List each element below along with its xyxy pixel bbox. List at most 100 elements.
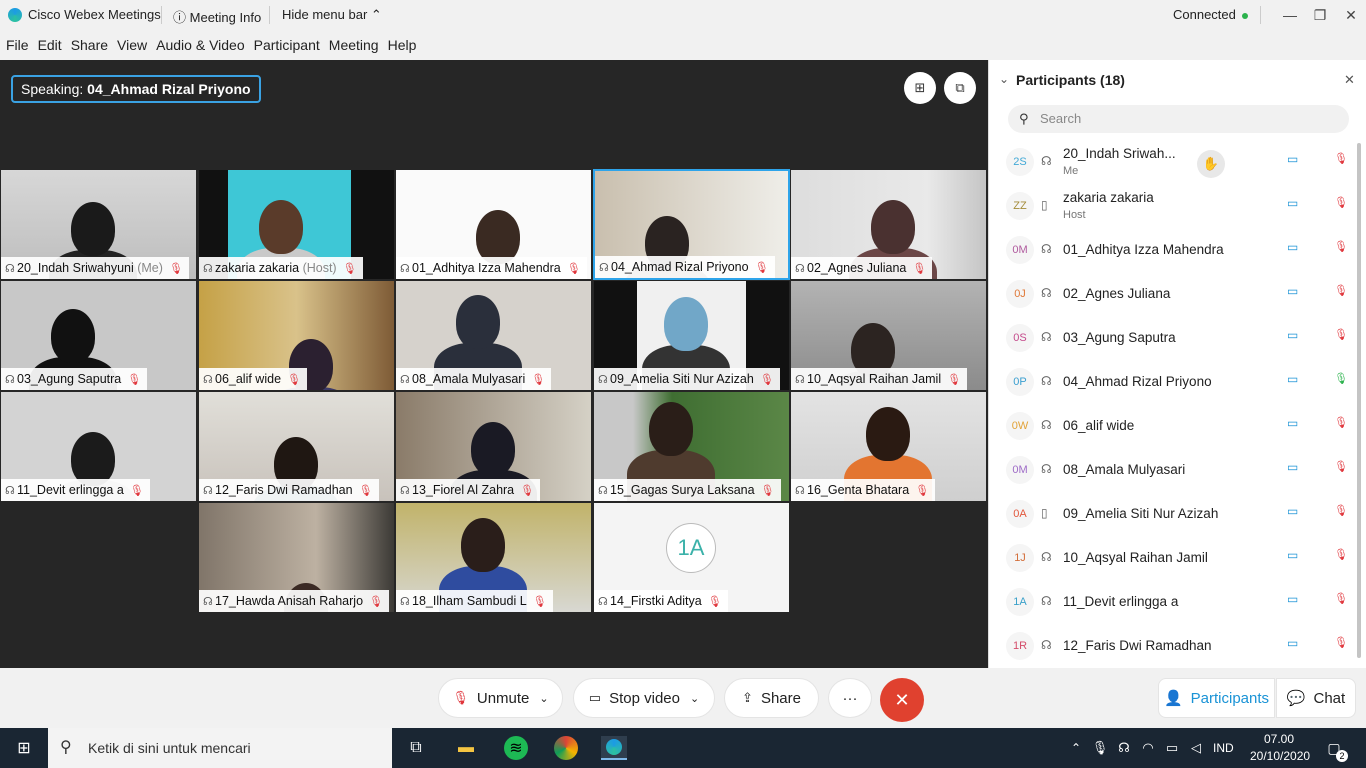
headset-icon[interactable]: ☊ bbox=[1112, 736, 1136, 760]
more-options-button[interactable]: ··· bbox=[828, 678, 872, 718]
participant-row[interactable]: 0M ☊ 08_Amala Mulyasari ▭ 🎙 bbox=[989, 448, 1349, 492]
menu-item-help[interactable]: Help bbox=[388, 37, 417, 53]
video-tile[interactable]: ☊ 17_Hawda Anisah Raharjo 🎙 bbox=[198, 502, 395, 613]
video-camera-icon[interactable]: ▭ bbox=[1287, 328, 1298, 342]
video-tile[interactable]: ☊ 04_Ahmad Rizal Priyono 🎙 bbox=[593, 169, 790, 280]
chrome-icon[interactable] bbox=[554, 736, 578, 760]
video-tile[interactable]: ☊ zakaria zakaria (Host) 🎙 bbox=[198, 169, 395, 280]
video-camera-icon[interactable]: ▭ bbox=[1287, 504, 1298, 518]
file-explorer-icon[interactable]: ▬ bbox=[454, 736, 478, 760]
mic-muted-icon[interactable]: 🎙 bbox=[1334, 416, 1348, 429]
video-tile[interactable]: 1A ☊ 14_Firstki Aditya 🎙 bbox=[593, 502, 790, 613]
panel-scrollbar[interactable] bbox=[1357, 143, 1361, 658]
maximize-button[interactable]: ❐ bbox=[1305, 0, 1335, 30]
video-tile[interactable]: ☊ 18_Ilham Sambudi L 🎙 bbox=[395, 502, 592, 613]
raise-hand-icon[interactable]: ✋ bbox=[1197, 150, 1225, 178]
unmute-button[interactable]: 🎙 Unmute ⌄ bbox=[438, 678, 563, 718]
collapse-chevron-icon[interactable]: ⌄ bbox=[999, 72, 1009, 86]
video-camera-icon[interactable]: ▭ bbox=[1287, 636, 1298, 650]
participant-row[interactable]: 0W ☊ 06_alif wide ▭ 🎙 bbox=[989, 404, 1349, 448]
menu-item-edit[interactable]: Edit bbox=[38, 37, 62, 53]
participant-row[interactable]: 1A ☊ 11_Devit erlingga a ▭ 🎙 bbox=[989, 580, 1349, 624]
video-tile[interactable]: ☊ 03_Agung Saputra 🎙 bbox=[0, 280, 197, 391]
video-tile[interactable]: ☊ 10_Aqsyal Raihan Jamil 🎙 bbox=[790, 280, 987, 391]
clock-date[interactable]: 20/10/2020 bbox=[1250, 749, 1310, 763]
microphone-icon[interactable]: 🎙 bbox=[1088, 736, 1112, 760]
tile-participant-name: zakaria zakaria bbox=[215, 261, 300, 275]
battery-icon[interactable]: ▭ bbox=[1160, 736, 1184, 760]
participants-toggle-button[interactable]: 👤 Participants bbox=[1158, 678, 1275, 718]
participant-row[interactable]: 1R ☊ 12_Faris Dwi Ramadhan ▭ 🎙 bbox=[989, 624, 1349, 668]
mic-muted-icon[interactable]: 🎙 bbox=[1334, 284, 1348, 297]
meeting-info-button[interactable]: ⓘ Meeting Info bbox=[173, 7, 261, 26]
participant-row[interactable]: 0A ▯ 09_Amelia Siti Nur Azizah ▭ 🎙 bbox=[989, 492, 1349, 536]
mic-muted-icon[interactable]: 🎙 bbox=[1334, 636, 1348, 649]
menu-item-view[interactable]: View bbox=[117, 37, 147, 53]
participant-row[interactable]: 2S ☊ 20_Indah Sriwah... Me ▭ 🎙 bbox=[989, 140, 1349, 184]
notifications-icon[interactable]: ▢ 2 bbox=[1322, 736, 1348, 762]
mic-muted-icon[interactable]: 🎙 bbox=[1334, 240, 1348, 253]
wifi-icon[interactable]: ◠ bbox=[1136, 736, 1160, 760]
video-camera-icon[interactable]: ▭ bbox=[1287, 460, 1298, 474]
windows-start-icon[interactable]: ⊞ bbox=[12, 736, 36, 760]
video-tile[interactable]: ☊ 20_Indah Sriwahyuni (Me) 🎙 bbox=[0, 169, 197, 280]
mic-muted-icon: 🎙 bbox=[532, 596, 547, 608]
video-camera-icon[interactable]: ▭ bbox=[1287, 592, 1298, 606]
hide-menu-bar-button[interactable]: Hide menu bar ⌃ bbox=[282, 7, 382, 23]
participant-row[interactable]: 0M ☊ 01_Adhitya Izza Mahendra ▭ 🎙 bbox=[989, 228, 1349, 272]
video-camera-icon[interactable]: ▭ bbox=[1287, 240, 1298, 254]
participant-row[interactable]: 0J ☊ 02_Agnes Juliana ▭ 🎙 bbox=[989, 272, 1349, 316]
menu-item-share[interactable]: Share bbox=[71, 37, 108, 53]
participant-row[interactable]: 0P ☊ 04_Ahmad Rizal Priyono ▭ 🎙 bbox=[989, 360, 1349, 404]
mic-muted-icon[interactable]: 🎙 bbox=[1334, 592, 1348, 605]
mic-on-icon[interactable]: 🎙 bbox=[1334, 372, 1348, 385]
language-indicator[interactable]: IND bbox=[1213, 741, 1234, 755]
mic-muted-icon[interactable]: 🎙 bbox=[1334, 460, 1348, 473]
menu-item-meeting[interactable]: Meeting bbox=[329, 37, 379, 53]
video-camera-icon[interactable]: ▭ bbox=[1287, 152, 1298, 166]
spotify-icon[interactable]: ≋ bbox=[504, 736, 528, 760]
chevron-up-icon[interactable]: ⌃ bbox=[1064, 736, 1088, 760]
menu-item-participant[interactable]: Participant bbox=[254, 37, 320, 53]
video-camera-icon[interactable]: ▭ bbox=[1287, 284, 1298, 298]
mic-muted-icon[interactable]: 🎙 bbox=[1334, 504, 1348, 517]
video-tile[interactable]: ☊ 11_Devit erlingga a 🎙 bbox=[0, 391, 197, 502]
video-tile[interactable]: ☊ 13_Fiorel Al Zahra 🎙 bbox=[395, 391, 592, 502]
participant-search-input[interactable]: ⚲ Search bbox=[1008, 105, 1349, 133]
share-button[interactable]: ⇪ Share bbox=[724, 678, 819, 718]
taskbar-search-input[interactable]: ⚲ Ketik di sini untuk mencari bbox=[48, 728, 392, 768]
mic-muted-icon[interactable]: 🎙 bbox=[1334, 548, 1348, 561]
video-tile[interactable]: ☊ 15_Gagas Surya Laksana 🎙 bbox=[593, 391, 790, 502]
video-tile[interactable]: ☊ 16_Genta Bhatara 🎙 bbox=[790, 391, 987, 502]
menu-item-file[interactable]: File bbox=[6, 37, 29, 53]
participant-row[interactable]: ZZ ▯ zakaria zakaria Host ▭ 🎙 bbox=[989, 184, 1349, 228]
layout-grid-button[interactable]: ⊞ bbox=[904, 72, 936, 104]
mic-muted-icon[interactable]: 🎙 bbox=[1334, 152, 1348, 165]
chat-button[interactable]: 💬 Chat bbox=[1276, 678, 1356, 718]
mic-muted-icon[interactable]: 🎙 bbox=[1334, 328, 1348, 341]
video-camera-icon[interactable]: ▭ bbox=[1287, 372, 1298, 386]
video-tile[interactable]: ☊ 02_Agnes Juliana 🎙 bbox=[790, 169, 987, 280]
video-tile[interactable]: ☊ 09_Amelia Siti Nur Azizah 🎙 bbox=[593, 280, 790, 391]
video-camera-icon[interactable]: ▭ bbox=[1287, 548, 1298, 562]
clock-time[interactable]: 07.00 bbox=[1264, 732, 1294, 746]
leave-meeting-button[interactable]: ✕ bbox=[880, 678, 924, 722]
video-tile[interactable]: ☊ 06_alif wide 🎙 bbox=[198, 280, 395, 391]
participant-row[interactable]: 0S ☊ 03_Agung Saputra ▭ 🎙 bbox=[989, 316, 1349, 360]
volume-icon[interactable]: ◁ bbox=[1184, 736, 1208, 760]
video-tile[interactable]: ☊ 01_Adhitya Izza Mahendra 🎙 bbox=[395, 169, 592, 280]
video-tile[interactable]: ☊ 08_Amala Mulyasari 🎙 bbox=[395, 280, 592, 391]
popout-button[interactable]: ⧉ bbox=[944, 72, 976, 104]
video-tile[interactable]: ☊ 12_Faris Dwi Ramadhan 🎙 bbox=[198, 391, 395, 502]
webex-taskbar-icon[interactable] bbox=[601, 736, 627, 760]
participant-row[interactable]: 1J ☊ 10_Aqsyal Raihan Jamil ▭ 🎙 bbox=[989, 536, 1349, 580]
mic-muted-icon[interactable]: 🎙 bbox=[1334, 196, 1348, 209]
stop-video-button[interactable]: ▭ Stop video ⌄ bbox=[573, 678, 715, 718]
close-panel-icon[interactable]: ✕ bbox=[1344, 72, 1355, 88]
task-view-icon[interactable]: ⧉ bbox=[404, 736, 428, 760]
menu-item-audio-video[interactable]: Audio & Video bbox=[156, 37, 244, 53]
close-button[interactable]: ✕ bbox=[1336, 0, 1366, 30]
minimize-button[interactable]: — bbox=[1275, 0, 1305, 30]
video-camera-icon[interactable]: ▭ bbox=[1287, 416, 1298, 430]
video-camera-icon[interactable]: ▭ bbox=[1287, 196, 1298, 210]
